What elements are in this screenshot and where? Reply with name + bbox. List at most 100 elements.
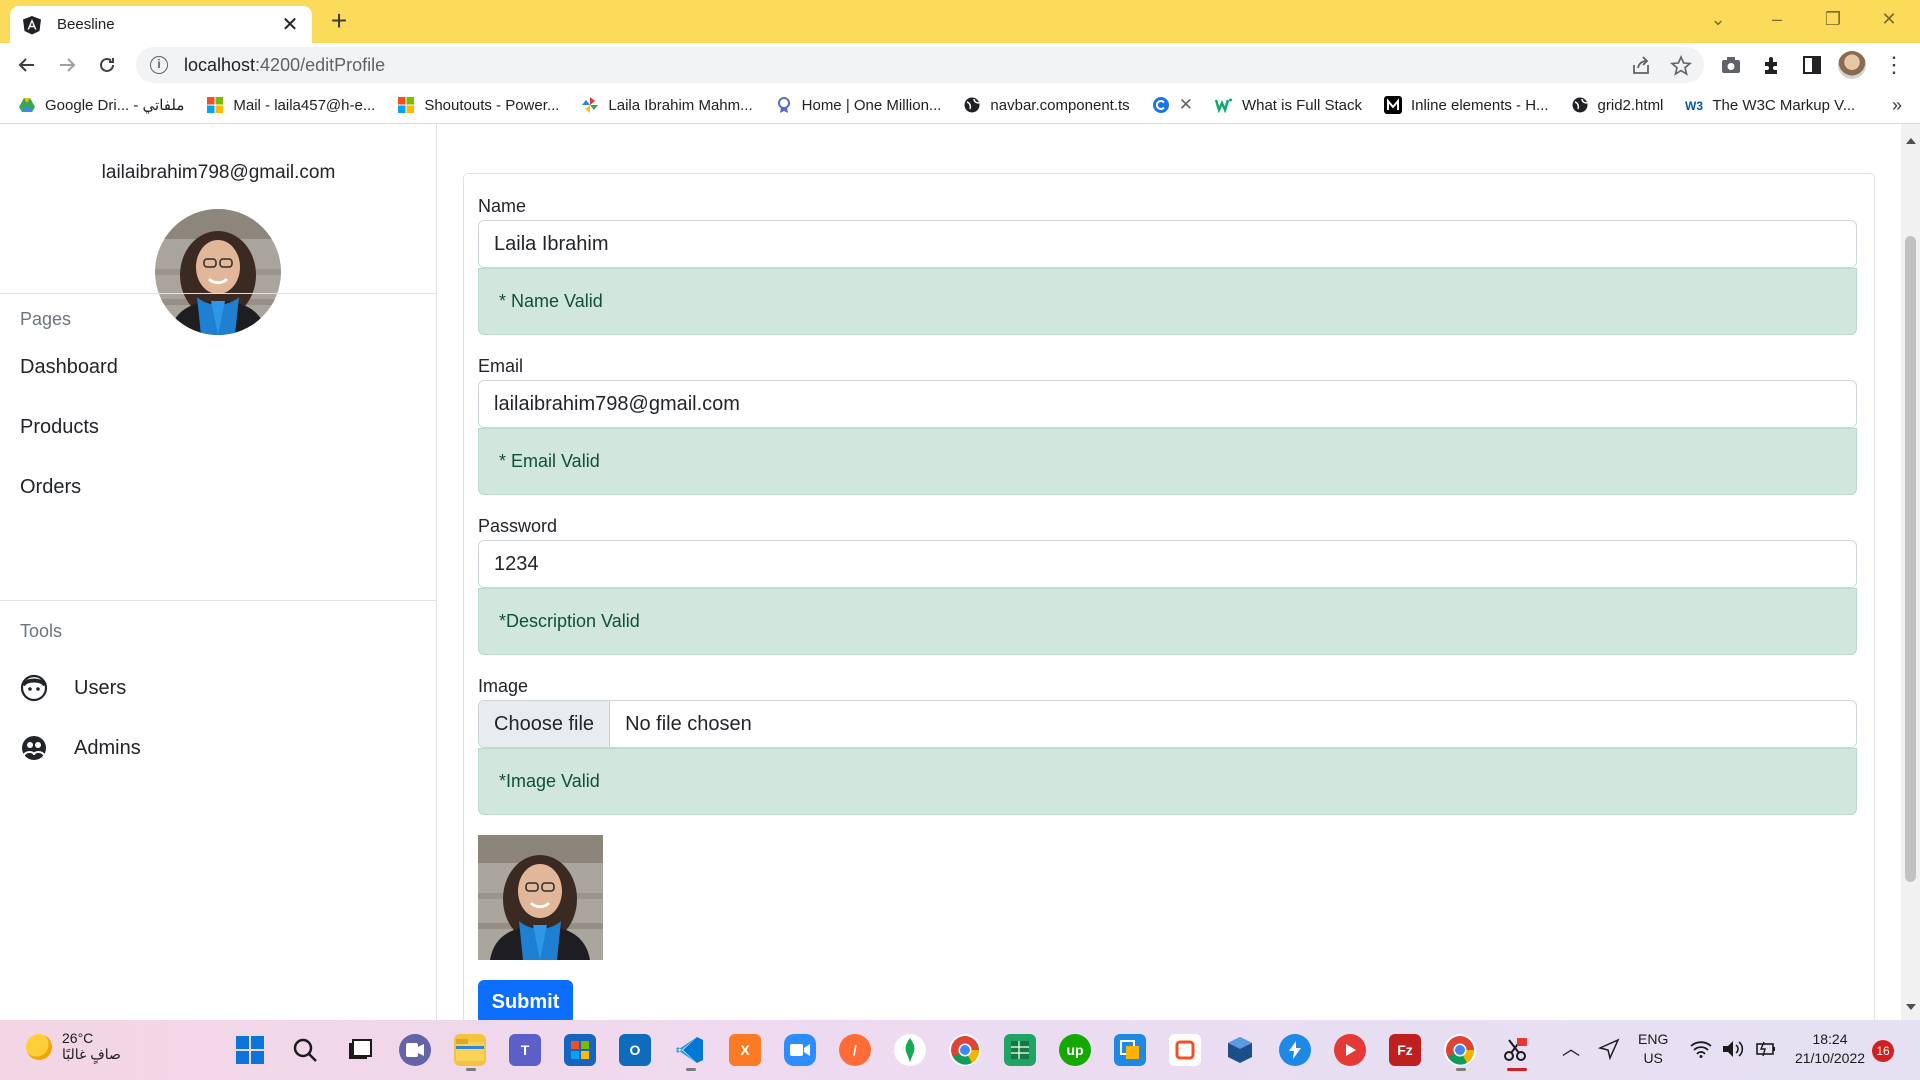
forward-icon[interactable] — [51, 49, 83, 81]
globe-icon — [1572, 97, 1588, 113]
password-input[interactable]: 1234 — [478, 540, 1857, 588]
microsoft-icon — [207, 97, 224, 113]
upwork-icon[interactable]: up — [1059, 1034, 1091, 1066]
spreadsheet-icon[interactable] — [1004, 1034, 1036, 1066]
google-drive-icon — [19, 98, 35, 112]
clock-time: 18:24 — [1812, 1031, 1848, 1047]
screen-share-icon[interactable] — [1114, 1034, 1146, 1066]
password-valid-message: *Description Valid — [478, 588, 1857, 655]
scroll-down-arrow[interactable] — [1906, 1004, 1916, 1010]
outlook-icon[interactable]: O — [619, 1034, 651, 1066]
file-explorer-icon[interactable] — [454, 1034, 486, 1066]
messenger-icon[interactable] — [1279, 1034, 1311, 1066]
bookmark-star-icon[interactable] — [1670, 55, 1692, 77]
teams-chat-icon[interactable] — [399, 1034, 431, 1066]
bookmark-item[interactable]: Google Dri... - ملفاتي — [18, 96, 184, 114]
teams-icon[interactable]: T — [509, 1034, 541, 1066]
bookmark-item[interactable]: navbar.component.ts — [963, 96, 1130, 114]
minimize-icon[interactable]: – — [1762, 6, 1792, 32]
youtube-icon[interactable] — [1334, 1034, 1366, 1066]
bookmark-item[interactable]: Inline elements - H... — [1383, 96, 1549, 114]
bookmark-item[interactable]: ✕ — [1152, 95, 1193, 115]
weather-description: صافٍ غالبًا — [62, 1046, 121, 1062]
store-icon[interactable] — [564, 1034, 596, 1066]
site-info-icon[interactable]: i — [150, 56, 168, 74]
image-file-input[interactable]: Choose file No file chosen — [478, 700, 1857, 748]
sidebar-item-dashboard[interactable]: Dashboard — [20, 356, 118, 379]
bookmarks-overflow-icon[interactable]: » — [1892, 95, 1902, 116]
scrollbar-thumb[interactable] — [1905, 236, 1916, 882]
extensions-icon[interactable] — [1760, 53, 1784, 77]
notification-badge[interactable]: 16 — [1872, 1040, 1894, 1062]
tab-search-icon[interactable]: ⌄ — [1703, 6, 1733, 32]
bookmark-item[interactable]: What is Full Stack — [1214, 96, 1362, 114]
task-view-icon[interactable] — [344, 1034, 376, 1066]
snipping-tool-icon[interactable] — [1499, 1034, 1531, 1066]
share-icon[interactable] — [1630, 55, 1652, 77]
file-status: No file chosen — [625, 713, 752, 735]
weather-widget[interactable]: 26°C صافٍ غالبًا — [26, 1030, 121, 1063]
bookmark-item[interactable]: Mail - laila457@h-e... — [206, 96, 375, 114]
address-bar[interactable]: i localhost:4200/editProfile — [136, 47, 1704, 83]
sidebar-item-admins[interactable]: Admins — [20, 734, 141, 762]
name-input[interactable]: Laila Ibrahim — [478, 220, 1857, 268]
new-tab-button[interactable]: + — [324, 6, 354, 36]
choose-file-button[interactable]: Choose file — [479, 701, 611, 747]
bookmark-item[interactable]: Home | One Million... — [775, 96, 941, 114]
browser-tab[interactable]: Beesline ✕ — [10, 6, 312, 43]
chrome-icon[interactable] — [949, 1034, 981, 1066]
sidebar-divider — [0, 600, 437, 601]
battery-icon[interactable] — [1754, 1040, 1776, 1058]
password-label: Password — [478, 516, 558, 536]
side-panel-icon[interactable] — [1800, 53, 1824, 77]
back-icon[interactable] — [11, 49, 43, 81]
bookmark-item[interactable]: Laila Ibrahim Mahm... — [581, 96, 753, 114]
xampp-icon[interactable]: X — [729, 1034, 761, 1066]
tab-close-icon[interactable]: ✕ — [280, 12, 300, 37]
location-icon[interactable] — [1598, 1038, 1620, 1060]
email-input[interactable]: lailaibrahim798@gmail.com — [478, 380, 1857, 428]
vscode-icon[interactable] — [674, 1034, 706, 1066]
virtualbox-icon[interactable] — [1224, 1034, 1256, 1066]
mongodb-icon[interactable] — [894, 1034, 926, 1066]
bookmark-item[interactable]: Shoutouts - Power... — [397, 96, 559, 114]
name-valid-message: * Name Valid — [478, 268, 1857, 335]
windows-start-icon[interactable] — [234, 1034, 266, 1066]
scroll-up-arrow[interactable] — [1906, 138, 1916, 144]
restore-icon[interactable]: ❐ — [1818, 6, 1848, 32]
sidebar-item-label: Users — [74, 676, 127, 699]
globe-icon — [964, 97, 980, 113]
office-icon[interactable] — [1169, 1034, 1201, 1066]
angular-icon — [23, 15, 41, 34]
running-indicator — [686, 1068, 696, 1071]
bookmark-item[interactable]: grid2.html — [1571, 96, 1663, 114]
sidebar-item-users[interactable]: Users — [20, 674, 126, 702]
sidebar-heading-tools: Tools — [20, 621, 63, 641]
close-window-icon[interactable]: ✕ — [1874, 6, 1904, 32]
postman-icon[interactable]: / — [839, 1034, 871, 1066]
url-path: :4200/editProfile — [255, 54, 386, 75]
reload-icon[interactable] — [91, 49, 123, 81]
sidebar-item-orders[interactable]: Orders — [20, 476, 81, 499]
chrome-profile-icon[interactable] — [1444, 1034, 1476, 1066]
wifi-icon[interactable] — [1690, 1040, 1712, 1058]
zoom-icon[interactable] — [784, 1034, 816, 1066]
tray-overflow-icon[interactable]: ︿ — [1562, 1040, 1580, 1059]
language-indicator[interactable]: ENG US — [1638, 1030, 1668, 1068]
filezilla-icon[interactable]: Fz — [1389, 1034, 1421, 1066]
submit-button[interactable]: Submit — [478, 980, 573, 1024]
tab-title: Beesline — [57, 16, 115, 33]
profile-avatar[interactable] — [1838, 51, 1866, 79]
volume-icon[interactable] — [1722, 1040, 1744, 1058]
bookmark-item[interactable]: W3 The W3C Markup V... — [1685, 96, 1855, 114]
menu-kebab-icon[interactable]: ⋮ — [1882, 53, 1906, 77]
c-icon — [1152, 97, 1169, 113]
page-scrollbar[interactable] — [1901, 124, 1920, 1020]
image-label: Image — [478, 676, 529, 696]
search-icon[interactable] — [289, 1034, 321, 1066]
running-indicator — [1456, 1068, 1466, 1071]
clock[interactable]: 18:24 21/10/2022 — [1792, 1030, 1868, 1068]
windows-taskbar: 26°C صافٍ غالبًا T O X / up Fz ︿ ENG US … — [0, 1020, 1920, 1080]
sidebar-item-products[interactable]: Products — [20, 416, 99, 439]
camera-icon[interactable] — [1719, 53, 1743, 77]
